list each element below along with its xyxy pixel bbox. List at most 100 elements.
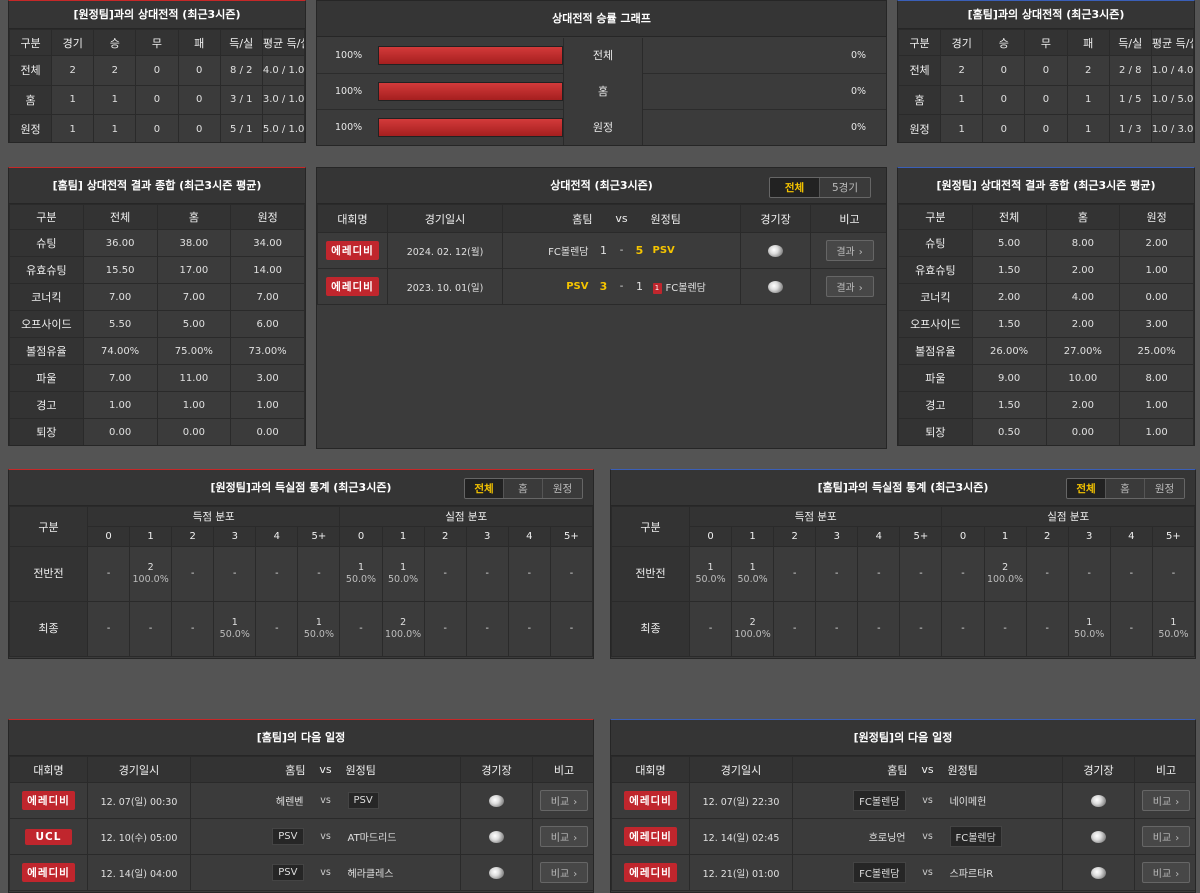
score-dash: - xyxy=(614,268,629,305)
result-button[interactable]: 결과 › xyxy=(825,240,874,261)
schedule-row[interactable]: 에레디비 12. 14(일) 04:00 PSV vs 헤라클레스 비교 › xyxy=(9,854,593,891)
compare-button[interactable]: 비교 › xyxy=(1142,790,1190,811)
table-row: 오프사이드 5.50 5.00 6.00 xyxy=(9,310,305,338)
schedule-row[interactable]: 에레디비 12. 14(일) 02:45 흐로닝언 vs FC볼렌담 비교 › xyxy=(611,818,1195,855)
dist-count: 1 xyxy=(357,562,365,573)
bucket-header: 3 xyxy=(213,526,257,547)
concede-dist-header: 실점 분포 xyxy=(941,506,1195,527)
col-header: 승 xyxy=(982,29,1026,56)
win-graph-panel: 상대전적 승률 그래프 100% 전체 0% 100% 홈 0% 100% 원정 0% xyxy=(316,0,887,146)
col-header: 평균 득/실 xyxy=(1150,29,1194,56)
goal-dist-right-panel: [홈팀]과의 득실점 통계 (최근3시즌) 전체 홈 원정 구분 득점 분포 실점 … xyxy=(610,469,1196,659)
compare-button[interactable]: 비교 › xyxy=(1142,862,1190,883)
cell-value: 1.0 / 4.0 xyxy=(1150,55,1194,86)
dist-cell: 2 100.0% xyxy=(381,601,425,657)
tab-all[interactable]: 전체 xyxy=(465,479,504,498)
schedule-row[interactable]: 에레디비 12. 07(일) 00:30 헤렌벤 vs PSV 비교 › xyxy=(9,782,593,819)
cell-value: 1.00 xyxy=(1119,391,1194,419)
cell-value: 3.00 xyxy=(230,364,305,392)
row-label: 원정 xyxy=(898,114,942,142)
row-label: 유효슈팅 xyxy=(9,256,84,284)
bucket-header: 1 xyxy=(129,526,173,547)
away-h2h-title: [원정팀]과의 상대전적 (최근3시즌) xyxy=(9,1,305,29)
home-summary-title: [홈팀] 상대전적 결과 종합 (최근3시즌 평균) xyxy=(9,168,305,204)
league-badge: 에레디비 xyxy=(624,791,677,810)
row-label: 홈 xyxy=(9,84,53,115)
cell-value: 0 xyxy=(135,55,179,86)
chevron-right-icon: › xyxy=(858,283,863,294)
col-venue: 경기장 xyxy=(1062,756,1135,783)
venue-cell xyxy=(460,782,533,819)
compare-button[interactable]: 비교 › xyxy=(1142,826,1190,847)
dist-count: - xyxy=(792,568,797,579)
away-summary-table: 구분 전체 홈 원정 슈팅 5.00 8.00 2.00 유효슈팅 1.50 2.00 1.00 코너… xyxy=(898,204,1194,445)
venue-cell xyxy=(1062,854,1135,891)
match-row[interactable]: 에레디비 2024. 02. 12(월) FC볼렌담 1-5 PSV 결과 › xyxy=(317,232,886,269)
cell-value: 7.00 xyxy=(82,364,158,392)
away-win-percent: 0% xyxy=(851,50,867,61)
row-label: 오프사이드 xyxy=(898,310,973,338)
cell-value: 1.00 xyxy=(156,391,232,419)
home-win-percent: 100% xyxy=(335,86,363,97)
away-win-percent: 0% xyxy=(851,86,867,97)
home-win-bar-track xyxy=(378,118,563,137)
table-row: 퇴장 0.00 0.00 0.00 xyxy=(9,418,305,445)
cell-value: 6.00 xyxy=(230,310,305,338)
cell-value: 1 xyxy=(51,114,95,142)
schedule-row[interactable]: UCL 12. 10(수) 05:00 PSV vs AT마드리드 비교 › xyxy=(9,818,593,855)
tab-all[interactable]: 전체 xyxy=(1067,479,1106,498)
note-cell: 비교 › xyxy=(532,782,593,819)
cell-value: 2 / 8 xyxy=(1108,55,1152,86)
dist-count: - xyxy=(317,568,321,579)
match-date: 12. 07(일) 00:30 xyxy=(87,782,191,819)
col-header: 패 xyxy=(1066,29,1110,56)
away-team-cell: PSV xyxy=(345,782,461,819)
away-win-bar-track xyxy=(644,82,829,101)
tab-away[interactable]: 원정 xyxy=(543,479,582,498)
tab-away[interactable]: 원정 xyxy=(1145,479,1184,498)
compare-button[interactable]: 비교 › xyxy=(540,826,588,847)
dist-cell: - xyxy=(1025,601,1069,657)
result-button[interactable]: 결과 › xyxy=(825,276,874,297)
tab-home[interactable]: 홈 xyxy=(504,479,543,498)
dist-count: - xyxy=(1129,568,1134,579)
col-vs: vs xyxy=(592,204,651,233)
compare-button[interactable]: 비교 › xyxy=(540,790,588,811)
tab-5-games[interactable]: 5경기 xyxy=(820,178,870,197)
bucket-header: 5+ xyxy=(899,526,943,547)
cell-value: 4.0 / 1.0 xyxy=(261,55,305,86)
league-cell: 에레디비 xyxy=(9,854,88,891)
cell-value: 2 xyxy=(93,55,137,86)
dist-count: - xyxy=(106,623,111,634)
chevron-right-icon: › xyxy=(858,247,863,258)
dist-count: 2 xyxy=(147,562,154,573)
note-cell: 비교 › xyxy=(532,818,593,855)
bucket-header: 2 xyxy=(171,526,215,547)
row-label: 전체 xyxy=(898,55,942,86)
match-date: 12. 07(일) 22:30 xyxy=(689,782,793,819)
dist-cell: - xyxy=(465,546,509,602)
dist-cell: - xyxy=(213,546,257,602)
col-header: 원정 xyxy=(230,204,305,230)
tab-home[interactable]: 홈 xyxy=(1106,479,1145,498)
cell-value: 2.00 xyxy=(1045,391,1121,419)
bucket-header: 2 xyxy=(773,526,817,547)
dist-count: - xyxy=(569,568,574,579)
dist-count: - xyxy=(275,568,279,579)
schedule-row[interactable]: 에레디비 12. 21(일) 01:00 FC볼렌담 vs 스파르타R 비교 › xyxy=(611,854,1195,891)
cell-value: 0.00 xyxy=(1119,283,1194,311)
away-summary-panel: [원정팀] 상대전적 결과 종합 (최근3시즌 평균) 구분 전체 홈 원정 슈팅 5.… xyxy=(897,167,1195,446)
col-home: 홈팀 xyxy=(190,756,306,783)
bucket-header: 3 xyxy=(1067,526,1111,547)
cell-value: 0 xyxy=(135,84,179,115)
compare-button[interactable]: 비교 › xyxy=(540,862,588,883)
h2h-matches-panel: 상대전적 (최근3시즌) 전체 5경기 대회명 경기일시 홈팀 vs 원정팀 경… xyxy=(316,167,887,449)
tab-all[interactable]: 전체 xyxy=(770,178,820,197)
schedule-row[interactable]: 에레디비 12. 07(일) 22:30 FC볼렌담 vs 네이메헌 비교 › xyxy=(611,782,1195,819)
match-row[interactable]: 에레디비 2023. 10. 01(일) PSV 3-1 1 FC볼렌담 결과 › xyxy=(317,268,886,305)
soccer-ball-icon xyxy=(768,244,784,257)
dist-percent: 100.0% xyxy=(384,629,422,640)
dist-cell: - xyxy=(899,601,943,657)
dist-cell: - xyxy=(171,601,215,657)
away-summary-title: [원정팀] 상대전적 결과 종합 (최근3시즌 평균) xyxy=(898,168,1194,204)
